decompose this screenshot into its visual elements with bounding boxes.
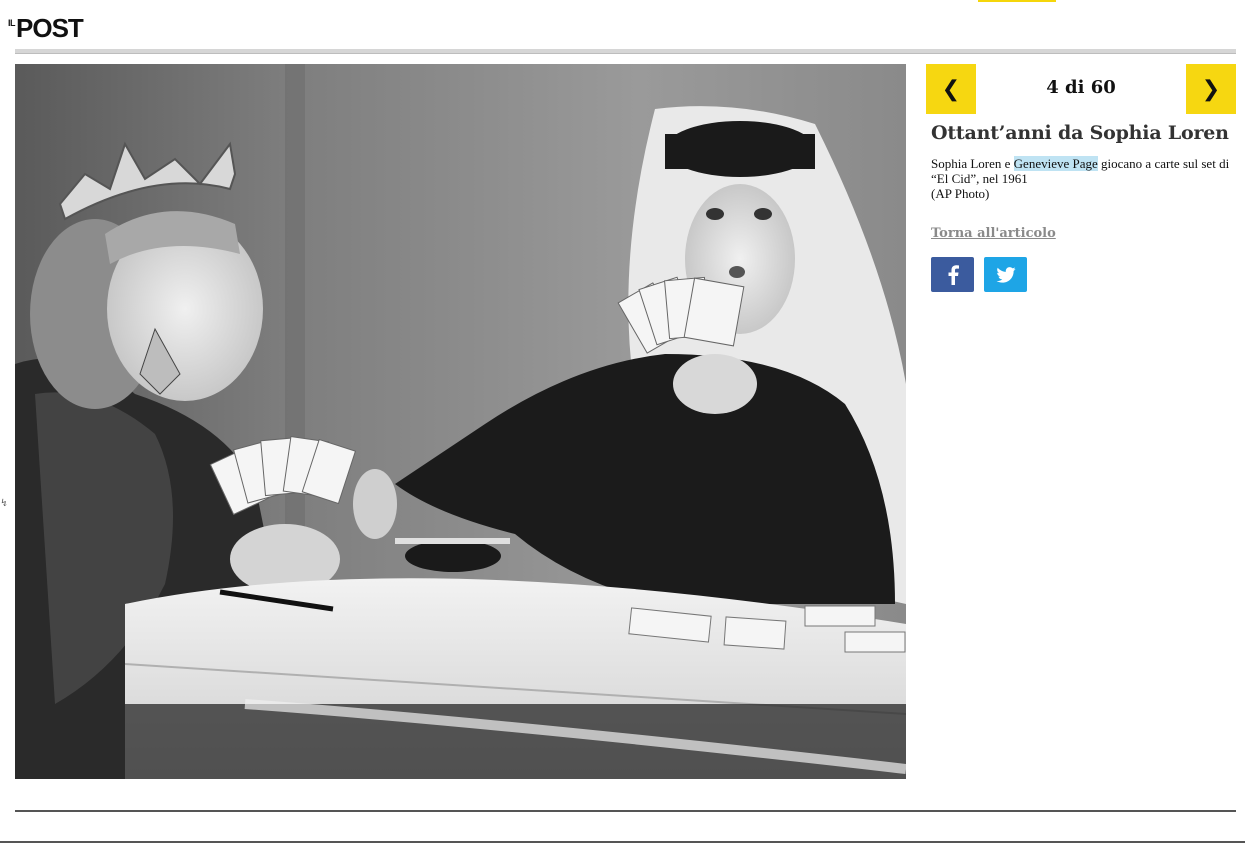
facebook-share-button[interactable]	[931, 257, 974, 292]
facebook-icon	[948, 264, 959, 285]
chevron-left-icon: ❮	[941, 76, 961, 102]
side-marker: ↯	[0, 498, 9, 509]
footer-divider	[15, 810, 1236, 812]
twitter-icon	[995, 266, 1016, 283]
gallery-pager: ❮ 4 di 60 ❯	[926, 64, 1236, 114]
header-divider	[15, 49, 1236, 54]
chevron-right-icon: ❯	[1201, 76, 1221, 102]
logo-prefix: IL	[8, 18, 16, 28]
next-photo-button[interactable]: ❯	[1186, 64, 1236, 114]
gallery-title: Ottant’anni da Sophia Loren	[931, 122, 1229, 144]
gallery-photo	[15, 64, 906, 779]
top-accent-bar	[978, 0, 1056, 2]
site-logo[interactable]: IL POST	[8, 12, 84, 44]
caption-text-start: Sophia Loren e	[931, 156, 1014, 171]
twitter-share-button[interactable]	[984, 257, 1027, 292]
back-to-article-link[interactable]: Torna all'articolo	[931, 226, 1056, 241]
photo-caption: Sophia Loren e Genevieve Page giocano a …	[931, 156, 1231, 201]
prev-photo-button[interactable]: ❮	[926, 64, 976, 114]
photo-counter: 4 di 60	[1046, 77, 1116, 98]
logo-word: POST	[16, 13, 84, 43]
photo-credit: (AP Photo)	[931, 186, 990, 201]
caption-highlight: Genevieve Page	[1013, 156, 1098, 171]
